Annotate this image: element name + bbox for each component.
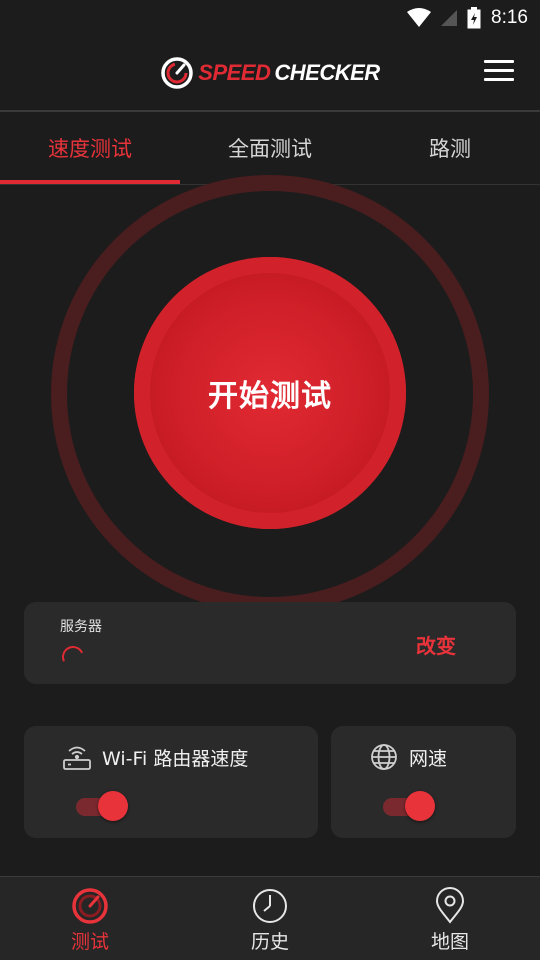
wifi-router-speed-card: Wi-Fi 路由器速度 <box>24 726 318 838</box>
bottom-navigation: 测试 历史 地图 <box>0 876 540 960</box>
tab-full-test[interactable]: 全面测试 <box>180 112 360 184</box>
wifi-icon <box>407 8 432 28</box>
network-speed-toggle[interactable] <box>383 790 435 822</box>
map-pin-icon <box>431 887 469 925</box>
start-test-label: 开始测试 <box>208 379 332 414</box>
speedometer-logo-icon <box>161 57 194 89</box>
toggle-knob <box>98 791 128 821</box>
speedchecker-logo: SPEED CHECKER <box>160 56 380 90</box>
tab-bar: 速度测试 全面测试 路测 <box>0 112 540 184</box>
network-speed-label: 网速 <box>409 748 448 770</box>
tab-drive-test[interactable]: 路测 <box>360 112 540 184</box>
status-time: 8:16 <box>491 7 528 28</box>
change-server-button[interactable]: 改变 <box>416 630 456 659</box>
speedchecker-screen: 8:16 SPEED CHECKER 速度测试 全面测试 路测 开始测试 服务器 … <box>0 0 540 960</box>
globe-icon <box>369 742 399 772</box>
loading-spinner-icon <box>58 642 88 672</box>
speedometer-icon <box>71 887 109 925</box>
logo-text-checker: CHECKER <box>274 60 380 85</box>
server-card: 服务器 改变 <box>24 602 516 684</box>
status-bar: 8:16 <box>0 0 540 36</box>
signal-icon <box>439 8 459 28</box>
nav-label-map: 地图 <box>430 931 469 953</box>
nav-label-history: 历史 <box>250 931 289 953</box>
nav-item-test[interactable]: 测试 <box>0 877 180 960</box>
tab-speed-test[interactable]: 速度测试 <box>0 112 180 184</box>
clock-icon <box>251 887 289 925</box>
network-speed-card: 网速 <box>331 726 516 838</box>
wifi-router-speed-label: Wi-Fi 路由器速度 <box>102 748 249 770</box>
nav-item-history[interactable]: 历史 <box>180 877 360 960</box>
nav-item-map[interactable]: 地图 <box>360 877 540 960</box>
battery-icon <box>467 7 481 29</box>
router-icon <box>62 742 92 772</box>
app-header: SPEED CHECKER <box>0 36 540 110</box>
wifi-router-speed-toggle[interactable] <box>76 790 128 822</box>
toggle-knob <box>405 791 435 821</box>
nav-label-test: 测试 <box>70 931 109 953</box>
logo-text-speed: SPEED <box>198 60 271 85</box>
hamburger-menu-icon[interactable] <box>484 60 514 86</box>
server-label: 服务器 <box>60 619 102 635</box>
start-test-button[interactable]: 开始测试 <box>134 257 406 529</box>
